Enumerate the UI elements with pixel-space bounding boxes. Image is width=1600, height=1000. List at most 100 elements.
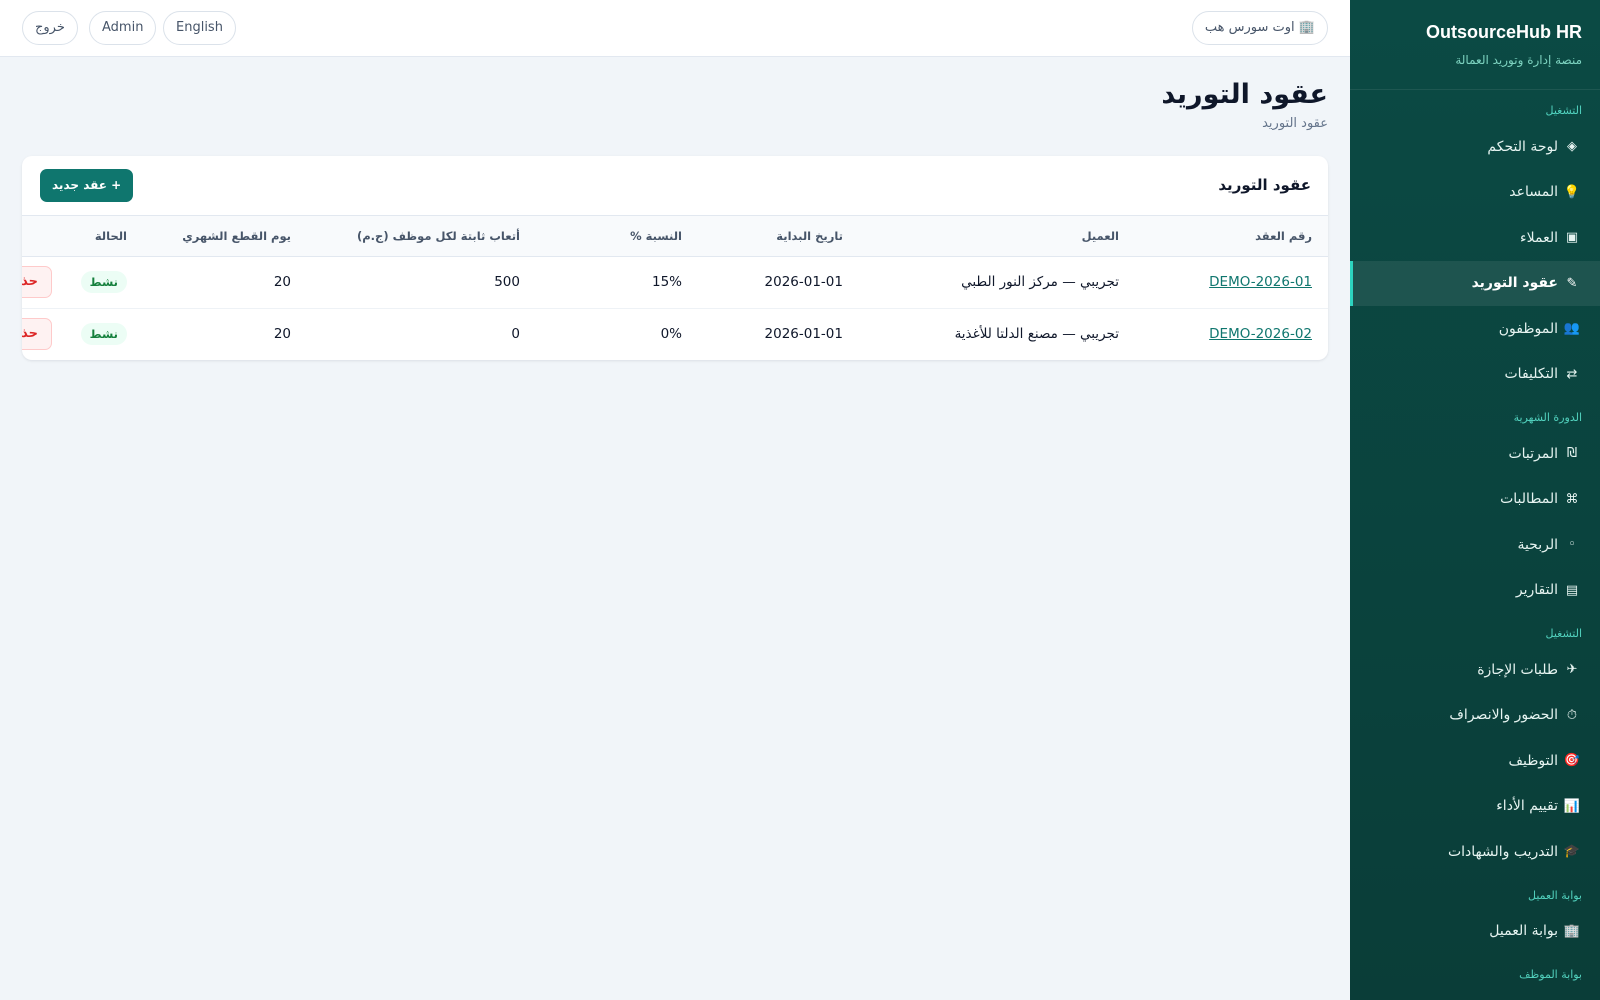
column-header-start-date[interactable]: تاريخ البداية <box>698 216 859 256</box>
sidebar-section-label: التشغيل <box>1545 104 1583 117</box>
command-icon: ⌘ <box>1565 491 1579 507</box>
sidebar-nav: التشغيل ◈ لوحة التحكم 💡 المساعد ▣ العملاء ✎ عقود… <box>1350 98 1600 988</box>
sidebar-item[interactable]: ⌘ المطالبات <box>1350 477 1600 523</box>
sidebar-item[interactable]: ⇄ التكليفات <box>1350 352 1600 398</box>
organization-selector[interactable]: 🏢 اوت سورس هب <box>1191 11 1328 45</box>
bar-chart-icon: 📊 <box>1563 798 1580 814</box>
reports-icon: ▤ <box>1565 582 1579 598</box>
percent-cell: 15% <box>651 274 682 290</box>
percent-cell: 0% <box>660 326 682 343</box>
dashboard-icon: ◈ <box>1567 139 1577 155</box>
sidebar-item-label: العملاء <box>1520 229 1558 246</box>
sidebar-item[interactable]: 🎓 التدريب والشهادات <box>1350 829 1600 875</box>
sidebar-item-label: لوحة التحكم <box>1487 138 1558 155</box>
column-header-status[interactable]: الحالة <box>68 216 143 256</box>
table-row: DEMO-2026-01 تجريبي — مركز النور الطبي 2… <box>22 256 1328 308</box>
sidebar-item-label: تقييم الأداء <box>1496 798 1558 815</box>
dot-icon: ◦ <box>1568 537 1576 553</box>
breadcrumb: عقود التوريد <box>1262 116 1328 131</box>
building-icon: 🏢 <box>1298 20 1315 35</box>
people-icon: 👥 <box>1563 321 1580 337</box>
contracts-card: عقود التوريد + عقد جديد رقم العقد العميل… <box>22 156 1328 360</box>
sidebar-section-label: بوابة العميل <box>1528 888 1582 902</box>
pencil-icon: ✎ <box>1566 275 1578 291</box>
sidebar-item[interactable]: 💡 المساعد <box>1350 170 1600 216</box>
airplane-icon: ✈ <box>1566 662 1578 678</box>
sidebar-item[interactable]: ⏱ الحضور والانصراف <box>1350 693 1600 739</box>
fixed-fee-cell: 500 <box>494 274 520 290</box>
column-header-client[interactable]: العميل <box>859 216 1135 256</box>
client-cell: تجريبي — مركز النور الطبي <box>961 274 1119 290</box>
sidebar-item-label: الموظفون <box>1498 320 1558 337</box>
logout-button[interactable]: خروج <box>22 11 78 45</box>
column-header-cutoff-day[interactable]: يوم القطع الشهري <box>143 216 307 256</box>
brand: OutsourceHub HR منصة إدارة وتوريد العمال… <box>1350 0 1600 90</box>
sidebar-item-label: الحضور والانصراف <box>1449 707 1558 724</box>
user-menu-button[interactable]: Admin <box>89 11 157 45</box>
clients-icon: ▣ <box>1565 230 1579 246</box>
sidebar-item-label: طلبات الإجازة <box>1477 661 1558 678</box>
cutoff-day-cell: 20 <box>273 326 291 343</box>
main-content: عقود التوريد عقود التوريد عقود التوريد +… <box>0 57 1350 1000</box>
status-badge: نشط <box>80 271 127 293</box>
status-badge: نشط <box>80 323 127 346</box>
card-header: عقود التوريد + عقد جديد <box>22 156 1328 216</box>
sidebar-item[interactable]: 🎯 التوظيف <box>1350 738 1600 784</box>
start-date-cell: 2026-01-01 <box>764 326 843 343</box>
organization-name: اوت سورس هب <box>1204 20 1295 35</box>
brand-title: OutsourceHub HR <box>1425 22 1582 42</box>
sidebar-item[interactable]: ◈ لوحة التحكم <box>1350 124 1600 170</box>
sidebar-item[interactable]: ✎ عقود التوريد <box>1350 260 1600 306</box>
sidebar-item[interactable]: ◦ الربحية <box>1350 522 1600 568</box>
sidebar-section-label: الدورة الشهرية <box>1513 411 1582 424</box>
sidebar-item-label: التقارير <box>1515 582 1558 599</box>
sidebar-item-label: المرتبات <box>1508 445 1558 462</box>
card-title: عقود التوريد <box>1218 176 1311 194</box>
sidebar-item[interactable]: ₪ المرتبات <box>1350 431 1600 477</box>
lightbulb-icon: 💡 <box>1563 184 1580 200</box>
column-header-actions <box>22 216 68 256</box>
sidebar-item[interactable]: ▣ العملاء <box>1350 215 1600 261</box>
graduation-cap-icon: 🎓 <box>1563 844 1580 860</box>
new-contract-button[interactable]: + عقد جديد <box>40 169 134 202</box>
delete-button[interactable]: حذف <box>22 318 52 351</box>
start-date-cell: 2026-01-01 <box>764 274 843 290</box>
column-header-percent[interactable]: النسبة % <box>536 216 698 256</box>
building-icon: 🏢 <box>1563 923 1580 939</box>
delete-button[interactable]: حذف <box>22 266 52 298</box>
sidebar-item-label: المطالبات <box>1500 491 1558 508</box>
contracts-table: رقم العقد العميل تاريخ البداية النسبة % … <box>22 216 1328 360</box>
sidebar-item-label: الربحية <box>1517 536 1558 553</box>
table-row: DEMO-2026-02 تجريبي — مصنع الدلتا للأغذي… <box>22 308 1328 360</box>
sidebar-item-label: التدريب والشهادات <box>1447 843 1558 860</box>
sidebar: OutsourceHub HR منصة إدارة وتوريد العمال… <box>1350 0 1600 1000</box>
contract-number-link[interactable]: DEMO-2026-01 <box>1209 274 1312 290</box>
sidebar-item-label: بوابة العميل <box>1489 923 1558 940</box>
sidebar-item-label: المساعد <box>1509 184 1558 201</box>
sidebar-item-label: التوظيف <box>1508 752 1558 769</box>
stopwatch-icon: ⏱ <box>1566 707 1578 723</box>
sidebar-item[interactable]: ✈ طلبات الإجازة <box>1350 647 1600 693</box>
sidebar-item[interactable]: 🏢 بوابة العميل <box>1350 909 1600 955</box>
sidebar-item-label: التكليفات <box>1504 366 1559 383</box>
table-header-row: رقم العقد العميل تاريخ البداية النسبة % … <box>22 216 1328 256</box>
column-header-contract-number[interactable]: رقم العقد <box>1135 216 1328 256</box>
client-cell: تجريبي — مصنع الدلتا للأغذية <box>954 326 1119 343</box>
sidebar-item[interactable]: ▤ التقارير <box>1350 568 1600 614</box>
column-header-fixed-fee[interactable]: أتعاب ثابتة لكل موظف (ج.م) <box>307 216 536 256</box>
sidebar-item[interactable]: 📊 تقييم الأداء <box>1350 784 1600 830</box>
sidebar-item-label: عقود التوريد <box>1471 275 1558 292</box>
contract-number-link[interactable]: DEMO-2026-02 <box>1209 326 1312 342</box>
fixed-fee-cell: 0 <box>511 326 520 343</box>
page-title: عقود التوريد <box>1161 79 1328 110</box>
brand-subtitle: منصة إدارة وتوريد العمالة <box>1455 53 1582 67</box>
sidebar-item[interactable]: 👥 الموظفون <box>1350 306 1600 352</box>
language-toggle-button[interactable]: English <box>163 11 236 45</box>
sidebar-section-label: التشغيل <box>1545 627 1583 640</box>
currency-icon: ₪ <box>1566 446 1578 462</box>
swap-icon: ⇄ <box>1566 366 1578 382</box>
cutoff-day-cell: 20 <box>273 274 291 290</box>
topbar: 🏢 اوت سورس هب English Admin خروج <box>0 0 1350 57</box>
sidebar-section-label: بوابة الموظف <box>1519 968 1582 981</box>
target-icon: 🎯 <box>1563 753 1580 769</box>
